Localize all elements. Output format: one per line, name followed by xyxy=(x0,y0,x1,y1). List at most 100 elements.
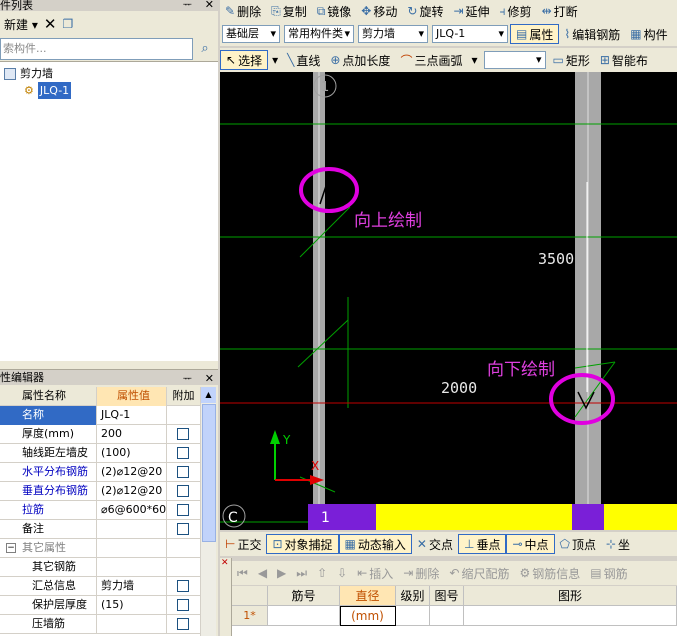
extra-checkbox[interactable] xyxy=(177,428,189,440)
left-panel: 件列表 ᅲ ✕ 新建 ▾ ✕ ❐ 索构件... ⌕ 剪力墙 ⚙ JLQ-1 性编… xyxy=(0,0,218,636)
cursor-icon: ↖ xyxy=(226,53,237,67)
chevron-down-icon[interactable]: ▾ xyxy=(467,53,481,67)
move-button[interactable]: ✥ 移动 xyxy=(356,1,402,21)
property-value[interactable]: 剪力墙 xyxy=(97,577,167,596)
property-row-tie-rebar[interactable]: 拉筋 ⌀6@600*60 xyxy=(0,501,200,520)
property-value[interactable]: (2)⌀12@20 xyxy=(97,463,167,482)
component-select[interactable]: 剪力墙 ▾ xyxy=(358,25,428,43)
first-icon[interactable]: ⏮ xyxy=(232,566,253,581)
rotate-button[interactable]: ↻ 旋转 xyxy=(402,1,448,21)
extra-checkbox[interactable] xyxy=(177,447,189,459)
ortho-button[interactable]: ⊢ 正交 xyxy=(220,534,266,554)
mirror-button[interactable]: ⧉ 镜像 xyxy=(312,1,357,21)
rebar-lib-button[interactable]: ▤ 钢筋 xyxy=(585,563,632,583)
property-value[interactable] xyxy=(97,520,167,539)
tree-item-jlq-1[interactable]: ⚙ JLQ-1 xyxy=(24,82,72,99)
name-select[interactable]: JLQ-1 ▾ xyxy=(432,25,508,43)
extra-checkbox[interactable] xyxy=(177,466,189,478)
property-value[interactable]: JLQ-1 xyxy=(97,406,167,425)
copy-button[interactable]: ⎘ 复制 xyxy=(266,1,312,21)
delete-button[interactable]: ✎ 删除 xyxy=(220,1,266,21)
extra-checkbox[interactable] xyxy=(177,485,189,497)
arc-option-select[interactable]: ▾ xyxy=(483,51,546,69)
type-select[interactable]: 常用构件类 ▾ xyxy=(284,25,354,43)
drawing-canvas[interactable]: 1 C 向上绘制 向下绘制 3500 2000 Y X 1 xyxy=(220,72,677,530)
rebar-cell-grade[interactable] xyxy=(396,606,430,626)
pin-icon[interactable]: ᅲ xyxy=(183,372,192,388)
property-row-thickness[interactable]: 厚度(mm) 200 xyxy=(0,425,200,444)
property-value[interactable]: ⌀6@600*60 xyxy=(97,501,167,520)
axis-left-label: C xyxy=(228,510,238,526)
break-button[interactable]: ⇹ 打断 xyxy=(537,1,583,21)
insert-button[interactable]: ⇤ 插入 xyxy=(352,563,398,583)
search-icon[interactable]: ⌕ xyxy=(194,38,216,60)
property-row-horizontal-rebar[interactable]: 水平分布钢筋 (2)⌀12@20 xyxy=(0,463,200,482)
trim-button[interactable]: ⫞ 修剪 xyxy=(495,1,537,21)
extend-button[interactable]: ⇥ 延伸 xyxy=(448,1,494,21)
property-row-remark[interactable]: 备注 xyxy=(0,520,200,539)
rebar-cell-diameter[interactable] xyxy=(340,606,396,626)
property-group-other[interactable]: − 其它属性 xyxy=(0,539,200,558)
property-value[interactable]: (15) xyxy=(97,596,167,615)
three-point-arc-button[interactable]: ⌒ 三点画弧 xyxy=(395,50,467,70)
close-icon[interactable]: ✕ xyxy=(221,558,229,568)
property-row-other-rebar[interactable]: 其它钢筋 xyxy=(0,558,200,577)
scroll-thumb[interactable] xyxy=(202,404,216,542)
perpendicular-button[interactable]: ⊥ 垂点 xyxy=(457,534,507,554)
pin-icon[interactable]: ᅲ xyxy=(183,0,192,11)
search-input[interactable]: 索构件... xyxy=(0,38,193,60)
scroll-up-icon[interactable]: ▲ xyxy=(201,387,216,403)
property-scrollbar[interactable]: ▲ xyxy=(200,387,216,636)
last-icon[interactable]: ⏭ xyxy=(291,566,312,581)
canvas-svg[interactable]: 1 C 向上绘制 向下绘制 3500 2000 Y X 1 xyxy=(220,72,677,530)
chevron-down-icon[interactable]: ▾ xyxy=(268,53,282,67)
coordinate-button[interactable]: ⊹ 坐 xyxy=(601,534,635,554)
copy-icon[interactable]: ❐ xyxy=(62,17,73,31)
rebar-delete-button[interactable]: ⇥ 删除 xyxy=(398,563,444,583)
rebar-info-button[interactable]: ⚙ 钢筋信息 xyxy=(514,563,585,583)
object-snap-button[interactable]: ⊡ 对象捕捉 xyxy=(266,534,339,554)
property-value[interactable] xyxy=(97,615,167,634)
extra-checkbox[interactable] xyxy=(177,523,189,535)
property-row-vertical-rebar[interactable]: 垂直分布钢筋 (2)⌀12@20 xyxy=(0,482,200,501)
property-row-summary[interactable]: 汇总信息 剪力墙 xyxy=(0,577,200,596)
extra-checkbox[interactable] xyxy=(177,580,189,592)
edit-rebar-button[interactable]: ⌇ 编辑钢筋 xyxy=(559,24,625,44)
prev-icon[interactable]: ◀ xyxy=(253,566,272,580)
property-row-press-rebar[interactable]: 压墙筋 xyxy=(0,615,200,634)
rebar-cell-shape[interactable] xyxy=(464,606,677,626)
tree-root[interactable]: 剪力墙 xyxy=(4,65,53,82)
property-value[interactable]: (2)⌀12@20 xyxy=(97,482,167,501)
properties-button[interactable]: ▤ 属性 xyxy=(510,24,560,44)
property-value[interactable] xyxy=(97,558,167,577)
point-length-button[interactable]: ⊕ 点加长度 xyxy=(325,50,395,70)
scale-rebar-button[interactable]: ↶ 缩尺配筋 xyxy=(444,563,514,583)
extra-checkbox[interactable] xyxy=(177,599,189,611)
layer-select[interactable]: 基础层 ▾ xyxy=(222,25,280,43)
dynamic-input-button[interactable]: ▦ 动态输入 xyxy=(338,534,412,554)
delete-icon[interactable]: ✕ xyxy=(44,15,57,33)
extra-checkbox[interactable] xyxy=(177,618,189,630)
select-button[interactable]: ↖ 选择 xyxy=(220,50,269,70)
property-value[interactable]: (100) xyxy=(97,444,167,463)
extra-checkbox[interactable] xyxy=(177,504,189,516)
rebar-cell-no[interactable] xyxy=(268,606,340,626)
move-up-icon[interactable]: ⇧ xyxy=(312,566,332,580)
new-button[interactable]: 新建 ▾ xyxy=(4,16,38,33)
component-button[interactable]: ▦ 构件 xyxy=(625,24,672,44)
rectangle-button[interactable]: ▭ 矩形 xyxy=(548,50,595,70)
line-button[interactable]: ╲ 直线 xyxy=(282,50,325,70)
property-value[interactable]: 200 xyxy=(97,425,167,444)
rebar-cell-figure-no[interactable] xyxy=(430,606,464,626)
close-icon[interactable]: ✕ xyxy=(205,0,214,10)
property-row-axis-offset[interactable]: 轴线距左墙皮 (100) xyxy=(0,444,200,463)
smart-place-button[interactable]: ⊞ 智能布 xyxy=(595,50,653,70)
move-down-icon[interactable]: ⇩ xyxy=(332,566,352,580)
midpoint-button[interactable]: ⊸ 中点 xyxy=(506,534,555,554)
close-icon[interactable]: ✕ xyxy=(205,371,214,387)
intersection-button[interactable]: ✕ 交点 xyxy=(412,534,458,554)
property-row-name[interactable]: 名称 JLQ-1 xyxy=(0,406,200,425)
property-row-cover[interactable]: 保护层厚度 (15) xyxy=(0,596,200,615)
next-icon[interactable]: ▶ xyxy=(272,566,291,580)
vertex-button[interactable]: ⬠ 顶点 xyxy=(555,534,601,554)
